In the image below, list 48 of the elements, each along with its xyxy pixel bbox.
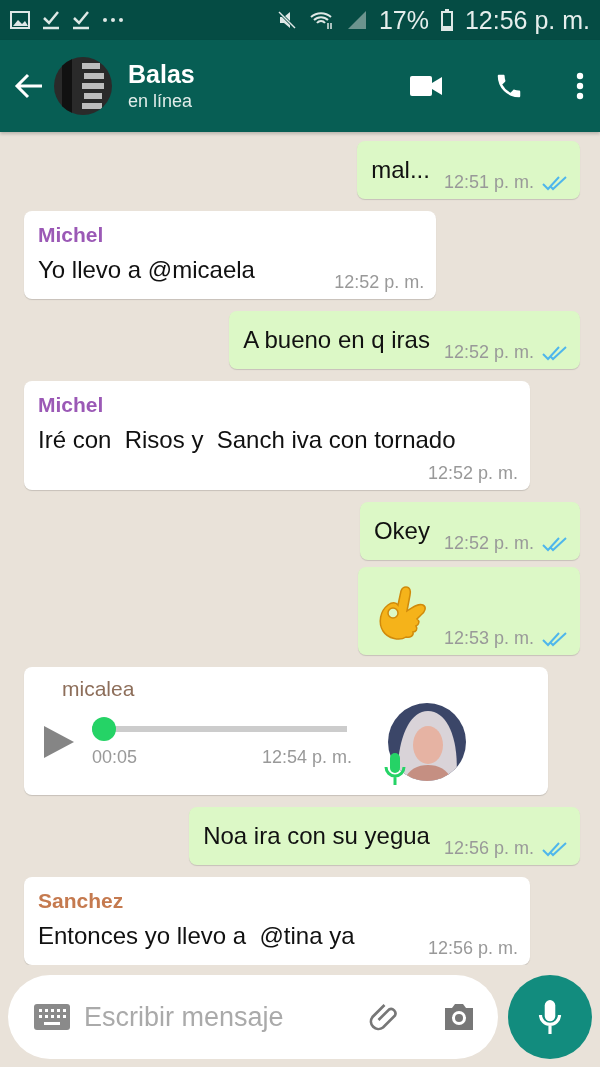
download-check-icon bbox=[42, 10, 60, 30]
audio-duration: 00:05 bbox=[92, 746, 138, 768]
sender-name: Michel bbox=[38, 393, 105, 417]
message-input-field[interactable]: Escribir mensaje bbox=[82, 1000, 356, 1034]
mute-icon bbox=[276, 10, 297, 30]
double-check-icon bbox=[542, 630, 568, 647]
double-check-icon bbox=[542, 535, 568, 552]
audio-progress-thumb[interactable] bbox=[92, 716, 116, 741]
double-check-icon bbox=[542, 840, 568, 857]
signal-icon bbox=[346, 10, 367, 30]
message-text: Entonces yo llevo a @tina ya bbox=[38, 921, 355, 951]
status-time: 12:56 p. m. bbox=[464, 5, 590, 35]
double-check-icon bbox=[542, 344, 568, 361]
message-time: 12:52 p. m. bbox=[334, 272, 425, 293]
message-text: A bueno en q iras bbox=[243, 325, 430, 355]
message-time: 12:52 p. m. bbox=[443, 533, 534, 554]
message-time: 12:53 p. m. bbox=[443, 628, 534, 649]
microphone-icon[interactable] bbox=[537, 998, 563, 1036]
contact-name[interactable]: Balas bbox=[128, 60, 195, 89]
wifi-icon bbox=[308, 10, 335, 30]
contact-status: en línea bbox=[128, 91, 194, 112]
microphone-icon bbox=[384, 751, 406, 787]
play-button[interactable] bbox=[42, 724, 76, 760]
double-check-icon bbox=[542, 174, 568, 191]
video-call-button[interactable] bbox=[410, 75, 442, 97]
image-icon bbox=[10, 11, 30, 29]
battery-percent: 17% bbox=[378, 5, 429, 35]
message-time: 12:56 p. m. bbox=[427, 938, 518, 959]
message-text: Yo llevo a @micaela bbox=[38, 255, 255, 285]
message-text: Okey bbox=[373, 516, 430, 546]
download-check-icon bbox=[72, 10, 90, 30]
sender-name: micalea bbox=[61, 677, 136, 701]
more-icon bbox=[102, 17, 124, 23]
message-time: 12:52 p. m. bbox=[443, 342, 534, 363]
message-time: 12:52 p. m. bbox=[427, 463, 518, 484]
message-text: Noa ira con su yegua bbox=[203, 821, 430, 851]
keyboard-icon bbox=[34, 1004, 70, 1030]
message-text: Iré con Risos y Sanch iva con tornado bbox=[38, 425, 456, 455]
sender-name: Sanchez bbox=[38, 889, 125, 913]
message-time: 12:56 p. m. bbox=[443, 838, 534, 859]
sender-name: Michel bbox=[38, 223, 105, 247]
message-text: mal... bbox=[371, 155, 430, 185]
camera-icon[interactable] bbox=[442, 1002, 476, 1032]
menu-button[interactable] bbox=[576, 72, 584, 100]
back-button[interactable] bbox=[14, 73, 44, 99]
message-time: 12:51 p. m. bbox=[443, 172, 534, 193]
message-time: 12:54 p. m. bbox=[261, 746, 352, 768]
battery-icon bbox=[440, 9, 453, 31]
